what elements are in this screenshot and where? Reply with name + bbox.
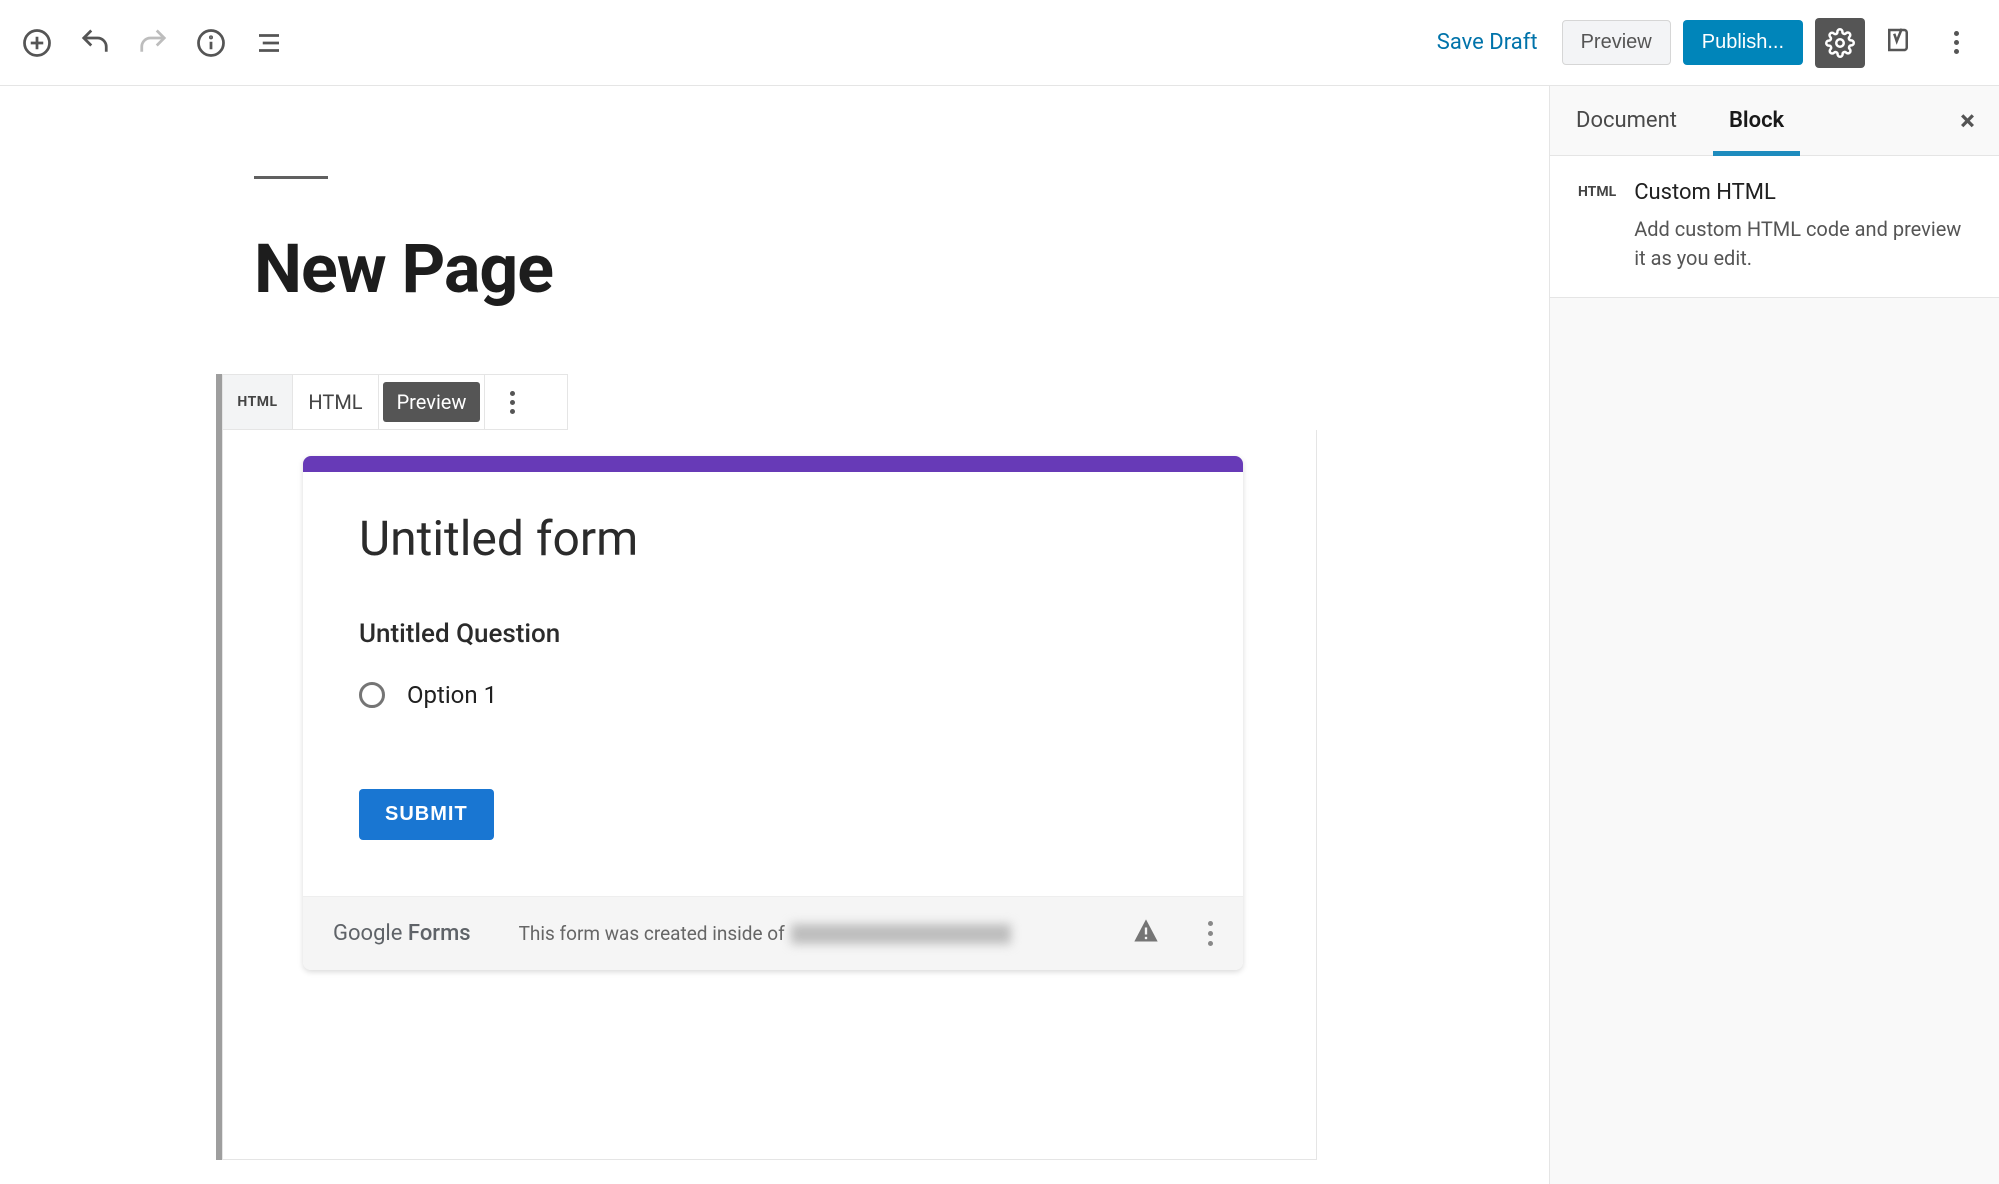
publish-button[interactable]: Publish... [1683,20,1803,65]
toolbar-left-group [12,18,294,68]
vertical-dots-icon [1954,31,1959,54]
html-icon: HTML [237,394,277,410]
title-decoration [254,176,328,179]
redacted-org: hidden [791,924,1011,944]
block-tab-html[interactable]: HTML [293,375,379,429]
toolbar-right-group: Save Draft Preview Publish... [1425,18,1981,68]
sidebar-tabs: Document Block × [1550,86,1999,156]
add-block-button[interactable] [12,18,62,68]
block-left-edge [216,374,222,1160]
editor-main: New Page HTML HTML Preview [0,86,1999,1184]
block-toolbar: HTML HTML Preview [222,374,568,430]
google-forms-brand[interactable]: Google Forms [333,921,471,946]
form-title: Untitled form [359,510,1187,567]
vertical-dots-icon [510,391,515,414]
block-navigation-button[interactable] [244,18,294,68]
tab-block[interactable]: Block [1703,86,1810,155]
save-draft-button[interactable]: Save Draft [1425,30,1550,55]
undo-button[interactable] [70,18,120,68]
page-title-wrap: New Page [254,176,1549,309]
form-more-options[interactable] [1208,921,1213,946]
block-body: Untitled form Untitled Question Option 1… [222,430,1317,1160]
form-option-label: Option 1 [407,681,497,709]
form-accent-bar [303,456,1243,472]
sidebar-block-title: Custom HTML [1634,180,1971,205]
sidebar-block-text: Custom HTML Add custom HTML code and pre… [1634,180,1971,273]
form-footer: Google Forms This form was created insid… [303,896,1243,970]
redo-button[interactable] [128,18,178,68]
sidebar-block-info: HTML Custom HTML Add custom HTML code an… [1550,156,1999,298]
form-body: Untitled form Untitled Question Option 1… [303,472,1243,896]
embedded-google-form: Untitled form Untitled Question Option 1… [303,456,1243,970]
form-question: Untitled Question [359,619,1187,649]
editor-top-toolbar: Save Draft Preview Publish... [0,0,1999,86]
warning-icon[interactable] [1132,917,1160,950]
settings-button[interactable] [1815,18,1865,68]
block-more-options[interactable] [485,375,539,429]
tab-document[interactable]: Document [1550,86,1703,155]
radio-icon[interactable] [359,682,385,708]
form-option-row[interactable]: Option 1 [359,681,1187,709]
form-footer-right [1132,917,1213,950]
form-submit-button[interactable]: SUBMIT [359,789,494,840]
settings-sidebar: Document Block × HTML Custom HTML Add cu… [1549,86,1999,1184]
more-options-button[interactable] [1931,18,1981,68]
block-type-indicator[interactable]: HTML [223,375,293,429]
preview-button[interactable]: Preview [1562,20,1671,65]
html-icon: HTML [1578,180,1616,273]
custom-html-block[interactable]: HTML HTML Preview Untitled form Untitled… [222,374,1317,1160]
block-tab-preview-label: Preview [383,382,481,422]
editor-canvas: New Page HTML HTML Preview [0,86,1549,1184]
page-title-input[interactable]: New Page [254,229,1549,309]
block-tab-preview[interactable]: Preview [379,375,485,429]
content-info-button[interactable] [186,18,236,68]
yoast-seo-button[interactable] [1877,19,1919,66]
close-sidebar-button[interactable]: × [1936,104,1999,137]
sidebar-block-desc: Add custom HTML code and preview it as y… [1634,215,1971,273]
form-footer-text: This form was created inside of hidden [519,922,1011,945]
